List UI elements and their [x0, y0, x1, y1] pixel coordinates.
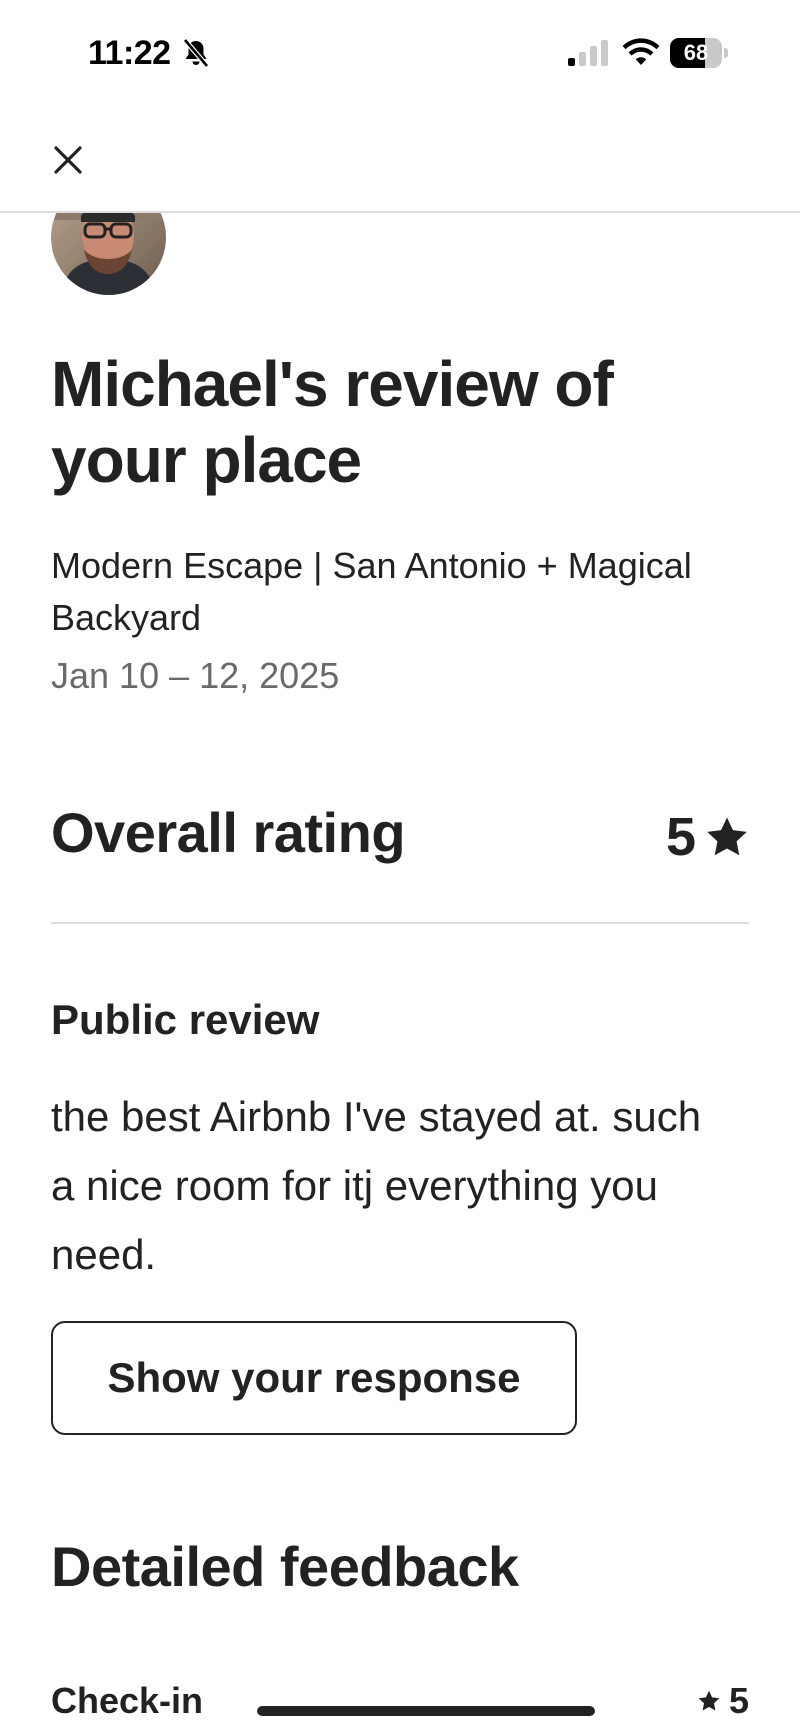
feedback-rating-fill [257, 1706, 595, 1716]
star-icon [698, 1690, 720, 1711]
section-divider [51, 922, 749, 924]
star-icon [707, 817, 747, 856]
overall-rating-value: 5 [666, 806, 750, 868]
feedback-value: 5 [697, 1680, 749, 1722]
feedback-rating-bar [257, 1706, 595, 1716]
battery-icon: 68 [670, 38, 728, 68]
signal-bar [590, 46, 597, 66]
listing-name: Modern Escape | San Antonio + Magical Ba… [51, 545, 692, 638]
status-bar: 11:22 68 [0, 0, 800, 100]
page-title: Michael's review of your place [51, 348, 614, 496]
battery-level: 68 [683, 40, 709, 65]
overall-rating-label: Overall rating [51, 801, 406, 864]
feedback-label: Check-in [51, 1680, 204, 1721]
signal-bar [579, 52, 586, 66]
feedback-row-check-in: Check-in 5 [51, 1672, 749, 1732]
status-time: 11:22 [88, 34, 171, 72]
close-icon [54, 146, 82, 174]
signal-bar [568, 58, 575, 66]
close-button[interactable] [44, 136, 92, 184]
stay-dates: Jan 10 – 12, 2025 [51, 655, 340, 696]
battery-body: 68 [670, 38, 722, 68]
overall-rating-number: 5 [665, 807, 696, 867]
cellular-signal-icon [566, 40, 610, 73]
battery-tip [724, 48, 728, 58]
modal-header [0, 100, 800, 213]
public-review-heading: Public review [51, 996, 320, 1043]
feedback-value-number: 5 [728, 1680, 749, 1721]
signal-bar [601, 40, 608, 66]
wifi-icon [622, 38, 660, 73]
bell-muted-icon [182, 38, 210, 73]
show-response-button[interactable]: Show your response [51, 1321, 577, 1435]
detailed-feedback-heading: Detailed feedback [51, 1535, 519, 1598]
public-review-text: the best Airbnb I've stayed at. such a n… [51, 1093, 702, 1278]
